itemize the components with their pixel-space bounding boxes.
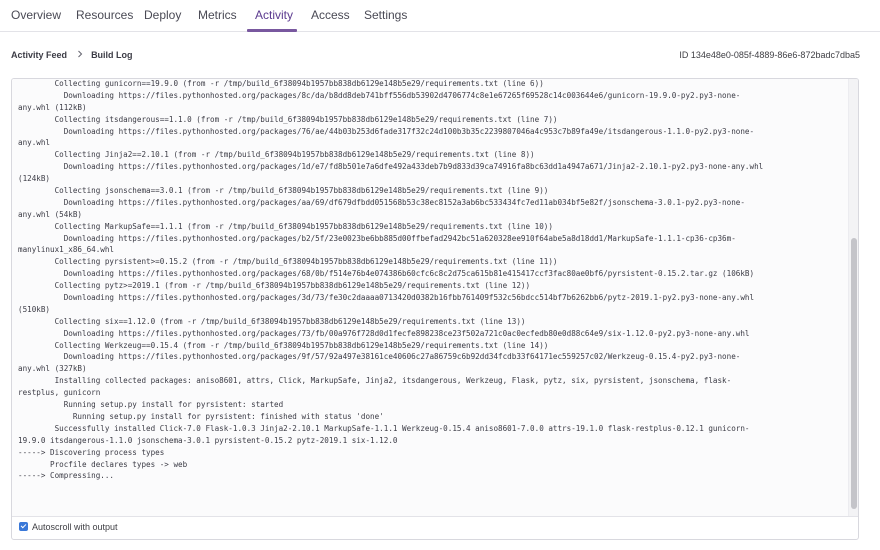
log-line: Successfully installed Click-7.0 Flask-1… [18, 423, 750, 433]
chevron-right-icon [77, 50, 83, 60]
build-log-panel: Collecting gunicorn==19.9.0 (from -r /tm… [11, 78, 859, 540]
log-line: Collecting pyrsistent>=0.15.2 (from -r /… [18, 257, 558, 267]
breadcrumb-current-page: Build Log [91, 50, 133, 60]
active-tab-indicator [247, 29, 297, 32]
log-line: Collecting itsdangerous==1.1.0 (from -r … [18, 114, 558, 124]
log-line: Procfile declares types -> web [18, 459, 188, 469]
log-line: (124kB) [18, 174, 51, 184]
tab-access[interactable]: Access [311, 8, 350, 22]
autoscroll-checkbox[interactable] [19, 522, 28, 531]
tab-activity[interactable]: Activity [255, 8, 293, 22]
log-line: any.whl (54kB) [18, 209, 83, 219]
log-line: Downloading https://files.pythonhosted.o… [18, 162, 764, 172]
tab-settings[interactable]: Settings [364, 8, 407, 22]
log-lines: Collecting gunicorn==19.9.0 (from -r /tm… [18, 79, 848, 482]
log-line: any.whl (327kB) [18, 364, 87, 374]
log-line: Collecting pytz>=2019.1 (from -r /tmp/bu… [18, 281, 531, 291]
breadcrumb: Activity Feed Build Log [11, 50, 133, 60]
log-scrollbar-thumb[interactable] [851, 238, 857, 509]
build-id: ID 134e48e0-085f-4889-86e6-872badc7dba5 [679, 50, 860, 60]
autoscroll-toggle[interactable]: Autoscroll with output [19, 522, 118, 532]
log-line: Downloading https://files.pythonhosted.o… [18, 90, 741, 100]
log-line: any.whl [18, 138, 51, 148]
log-scrollbar[interactable] [848, 79, 858, 516]
log-line: 19.9.0 itsdangerous-1.1.0 jsonschema-3.0… [18, 435, 398, 445]
log-line: Installing collected packages: aniso8601… [18, 376, 732, 386]
log-line: Collecting six==1.12.0 (from -r /tmp/bui… [18, 316, 526, 326]
log-line: Collecting MarkupSafe==1.1.1 (from -r /t… [18, 221, 553, 231]
log-line: Downloading https://files.pythonhosted.o… [18, 197, 745, 207]
autoscroll-label: Autoscroll with output [32, 522, 118, 532]
log-line: any.whl (112kB) [18, 102, 87, 112]
log-line: Collecting jsonschema==3.0.1 (from -r /t… [18, 186, 549, 196]
tab-overview[interactable]: Overview [11, 8, 61, 22]
log-line: Downloading https://files.pythonhosted.o… [18, 293, 755, 303]
tab-resources[interactable]: Resources [76, 8, 133, 22]
log-line: Running setup.py install for pyrsistent:… [18, 411, 384, 421]
log-line: Downloading https://files.pythonhosted.o… [18, 328, 750, 338]
log-line: -----> Discovering process types [18, 447, 165, 457]
log-line: Running setup.py install for pyrsistent:… [18, 400, 284, 410]
log-line: Downloading https://files.pythonhosted.o… [18, 269, 755, 279]
log-line: manylinux1_x86_64.whl [18, 245, 115, 255]
log-line: Collecting gunicorn==19.9.0 (from -r /tm… [18, 79, 544, 88]
build-log-output[interactable]: Collecting gunicorn==19.9.0 (from -r /tm… [12, 79, 858, 517]
log-line: Downloading https://files.pythonhosted.o… [18, 233, 736, 243]
app-tabs-bar: Overview Resources Deploy Metrics Activi… [0, 0, 880, 32]
log-line: Downloading https://files.pythonhosted.o… [18, 352, 741, 362]
tab-deploy[interactable]: Deploy [144, 8, 181, 22]
log-line: (510kB) [18, 304, 51, 314]
log-line: restplus, gunicorn [18, 388, 101, 398]
log-line: -----> Compressing... [18, 471, 115, 481]
log-line: Downloading https://files.pythonhosted.o… [18, 126, 755, 136]
breadcrumb-activity-feed-link[interactable]: Activity Feed [11, 50, 67, 60]
log-line: Collecting Werkzeug==0.15.4 (from -r /tm… [18, 340, 549, 350]
log-line: Collecting Jinja2==2.10.1 (from -r /tmp/… [18, 150, 535, 160]
tab-metrics[interactable]: Metrics [198, 8, 237, 22]
